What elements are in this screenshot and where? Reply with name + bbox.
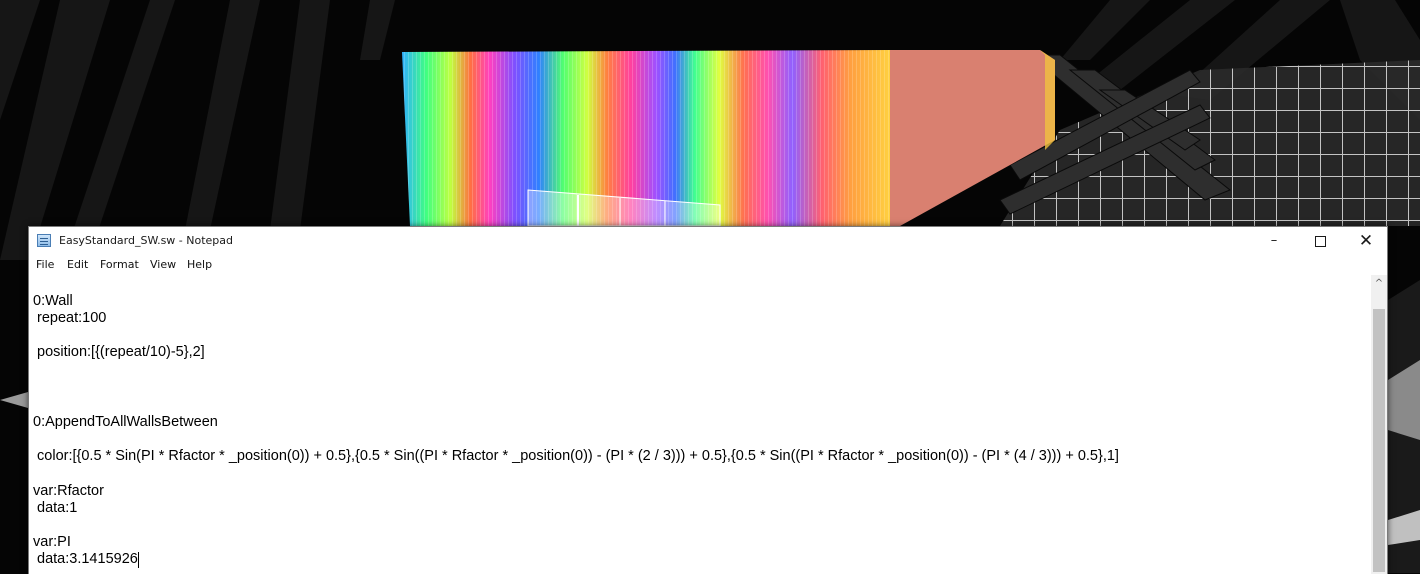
menu-format[interactable]: Format — [100, 258, 139, 271]
notepad-window: EasyStandard_SW.sw - Notepad – ✕ File Ed… — [28, 226, 1388, 574]
editor-line: data:3.1415926 — [33, 551, 138, 567]
menu-edit[interactable]: Edit — [67, 258, 88, 271]
close-button[interactable]: ✕ — [1343, 227, 1389, 255]
editor-line: var:Rfactor — [33, 483, 104, 499]
menu-file[interactable]: File — [36, 258, 54, 271]
editor-line: position:[{(repeat/10)-5},2] — [33, 344, 205, 360]
vertical-scrollbar[interactable]: ^ — [1371, 275, 1387, 574]
editor-line: color:[{0.5 * Sin(PI * Rfactor * _positi… — [33, 448, 1119, 464]
menu-view[interactable]: View — [150, 258, 176, 271]
maximize-icon — [1314, 236, 1326, 247]
editor-line: 0:AppendToAllWallsBetween — [33, 414, 218, 430]
text-editor[interactable]: 0:Wall repeat:100 position:[{(repeat/10)… — [29, 275, 1371, 574]
left-shard — [0, 392, 28, 408]
menu-help[interactable]: Help — [187, 258, 212, 271]
title-bar[interactable]: EasyStandard_SW.sw - Notepad – ✕ — [29, 227, 1387, 255]
minimize-button[interactable]: – — [1251, 227, 1297, 255]
scroll-up-button[interactable]: ^ — [1371, 275, 1387, 292]
scrollbar-thumb[interactable] — [1373, 309, 1385, 572]
editor-line: var:PI — [33, 534, 71, 550]
window-title: EasyStandard_SW.sw - Notepad — [59, 234, 234, 247]
editor-line: repeat:100 — [33, 310, 107, 326]
text-caret — [138, 552, 139, 568]
editor-line: data:1 — [33, 500, 78, 516]
notepad-icon — [37, 234, 51, 247]
menu-bar: File Edit Format View Help — [29, 255, 1387, 276]
maximize-button[interactable] — [1297, 227, 1343, 255]
editor-line: 0:Wall — [33, 293, 73, 309]
